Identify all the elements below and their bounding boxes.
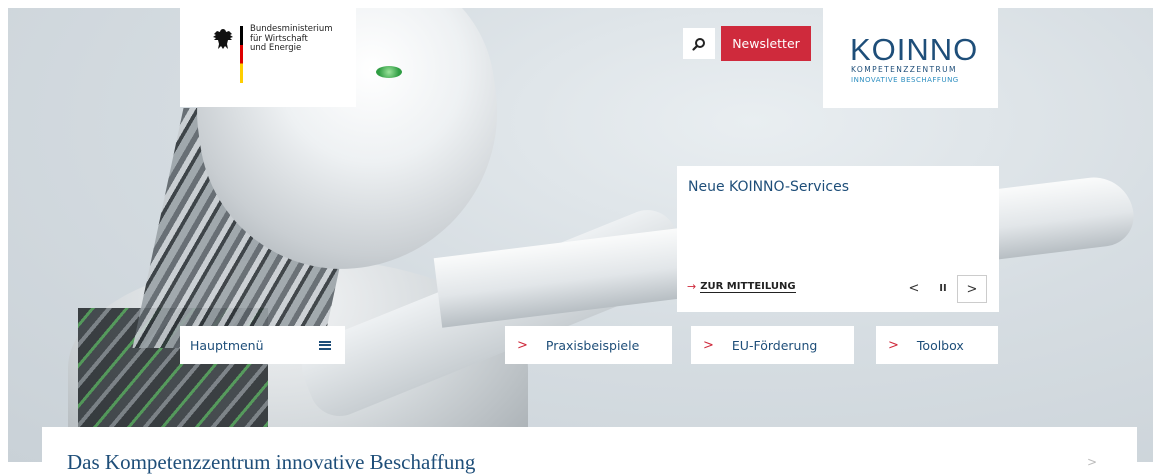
slider-prev-button[interactable]: < [900,275,928,301]
nav-button-label: Toolbox [916,337,964,353]
robot-eye-image [376,66,402,78]
chevron-left-icon: < [908,280,920,296]
intro-section: Das Kompetenzzentrum innovative Beschaff… [42,427,1137,474]
teaser-title: Neue KOINNO-Services [688,179,850,195]
chevron-right-icon: > [888,337,899,353]
nav-button-label: Praxisbeispiele [545,337,640,353]
chevron-right-icon: > [517,337,528,353]
search-button[interactable] [683,28,715,59]
ministry-name: Bundesministerium für Wirtschaft und Ene… [250,24,333,54]
teaser-box: Neue KOINNO-Services → ZUR MITTEILUNG < … [677,166,999,312]
nav-button-eu-foerderung[interactable]: > EU-Förderung [691,326,854,364]
teaser-link-label: ZUR MITTEILUNG [700,280,796,293]
teaser-link[interactable]: → ZUR MITTEILUNG [687,280,796,293]
chevron-right-icon: > [703,337,714,353]
main-menu-label: Hauptmenü [190,337,264,353]
koinno-logo[interactable]: KOINNO KOMPETENZZENTRUM INNOVATIVE BESCH… [823,6,998,108]
pause-icon: II [939,282,947,294]
arrow-right-icon: → [687,280,697,293]
slider-next-button[interactable]: > [957,275,987,303]
nav-button-praxisbeispiele[interactable]: > Praxisbeispiele [505,326,672,364]
ministry-logo[interactable]: Bundesministerium für Wirtschaft und Ene… [180,8,356,107]
main-menu-button[interactable]: Hauptmenü [180,326,345,364]
nav-button-toolbox[interactable]: > Toolbox [876,326,998,364]
search-icon [692,37,705,51]
slider-pause-button[interactable]: II [929,275,957,301]
intro-title: Das Kompetenzzentrum innovative Beschaff… [67,450,476,474]
federal-eagle-icon [213,29,233,49]
koinno-logo-line-2: INNOVATIVE BESCHAFFUNG [851,76,959,84]
chevron-right-icon: > [966,281,978,297]
newsletter-button[interactable]: Newsletter [721,26,811,61]
koinno-logo-line-1: KOMPETENZZENTRUM [851,65,957,74]
hamburger-icon [319,340,331,350]
german-flag-bar [240,26,243,83]
ministry-line-3: und Energie [250,43,302,53]
koinno-logo-word: KOINNO [850,32,979,67]
nav-button-label: EU-Förderung [731,337,818,353]
chevron-right-icon[interactable]: > [1087,455,1097,469]
